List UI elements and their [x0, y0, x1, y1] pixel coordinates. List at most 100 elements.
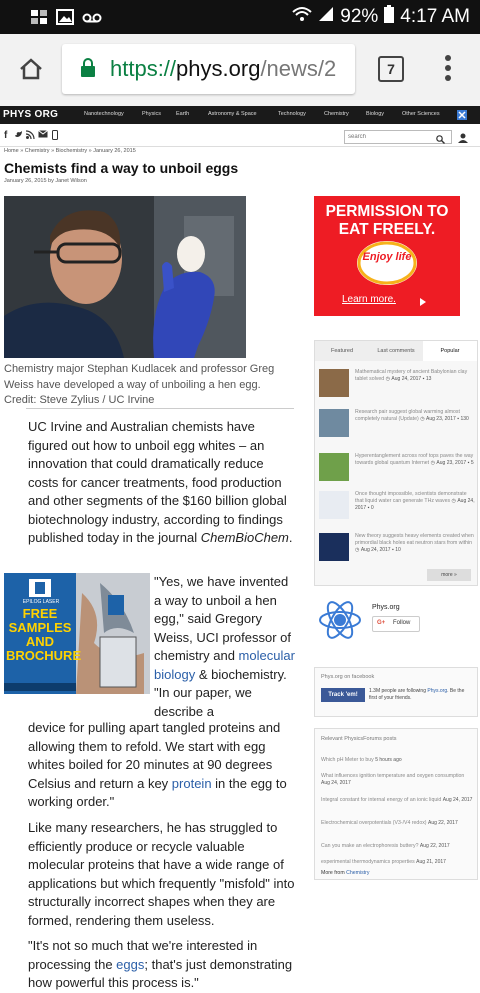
facebook-followers-text: 1.3M people are following Phys.org. Be t…	[369, 688, 473, 701]
enjoy-life-ad[interactable]: PERMISSION TO EAT FREELY. Enjoy life Lea…	[314, 196, 460, 316]
url-bar[interactable]: https://phys.org/news/2	[62, 44, 355, 94]
article-paragraph-2-cont: device for pulling apart tangled protein…	[28, 719, 298, 812]
forum-post[interactable]: experimental thermodynamics properties A…	[321, 859, 473, 866]
news-title[interactable]: New theory suggests heavy elements creat…	[355, 533, 474, 546]
forum-post[interactable]: Which pH Meter to buy 5 hours ago	[321, 757, 473, 764]
image-notification-icon	[56, 9, 74, 25]
ad-learn-more[interactable]: Learn more.	[342, 294, 396, 305]
epilog-laser-ad[interactable]: EPILOG LASER FREE SAMPLES AND BROCHURE	[4, 573, 150, 694]
forums-chemistry-link[interactable]: Chemistry	[346, 870, 369, 876]
settings-icon[interactable]	[456, 109, 468, 123]
news-comment-count: 5	[470, 460, 474, 466]
follow-button[interactable]: G+ Follow	[372, 616, 420, 632]
user-icon[interactable]	[458, 130, 468, 148]
news-thumbnail	[319, 533, 349, 561]
news-item[interactable]: New theory suggests heavy elements creat…	[319, 533, 475, 567]
news-item[interactable]: Mathematical mystery of ancient Babyloni…	[319, 369, 475, 403]
browser-toolbar: https://phys.org/news/2 7	[0, 34, 480, 107]
news-thumbnail	[319, 491, 349, 519]
more-button[interactable]: more »	[427, 569, 471, 581]
clock-icon: ◷	[430, 460, 435, 466]
physorg-name[interactable]: Phys.org	[372, 604, 400, 611]
forum-title[interactable]: Which pH Meter to buy	[321, 757, 374, 763]
nav-item-chemistry[interactable]: Chemistry	[324, 111, 349, 117]
nav-item-nanotechnology[interactable]: Nanotechnology	[84, 111, 124, 117]
forum-post[interactable]: Electrochemical overpotentials (V3-/V4 r…	[321, 820, 473, 827]
gallery-notification-icon	[30, 9, 48, 25]
url-path: /news/2	[260, 56, 337, 81]
follow-label: Follow	[393, 620, 411, 626]
fb-physorg-link[interactable]: Phys.org	[427, 688, 447, 694]
email-icon[interactable]	[38, 130, 48, 141]
facebook-icon[interactable]: f	[4, 130, 7, 141]
track-em-button[interactable]: Track 'em!	[321, 688, 365, 702]
news-item[interactable]: Once thought impossible, scientists demo…	[319, 491, 475, 525]
forum-title[interactable]: Integral constant for internal energy of…	[321, 797, 441, 803]
enjoy-life-logo: Enjoy life	[357, 241, 417, 285]
share-row: f	[0, 126, 480, 147]
protein-link[interactable]: protein	[172, 776, 212, 791]
home-icon[interactable]	[18, 56, 44, 87]
news-title[interactable]: Once thought impossible, scientists demo…	[355, 491, 467, 504]
url-host: phys.org	[176, 56, 261, 81]
forum-post[interactable]: What influences ignition temperature and…	[321, 773, 473, 787]
rss-icon[interactable]	[25, 130, 35, 142]
forums-header: Relevant PhysicsForums posts	[321, 736, 397, 742]
para1-text: UC Irvine and Australian chemists have f…	[28, 419, 287, 545]
news-item[interactable]: Hyperentanglement across roof tops paves…	[319, 453, 475, 487]
book-headline: FREE SAMPLES AND BROCHURE	[6, 606, 82, 663]
physorg-follow-box: Phys.org G+ Follow	[314, 594, 476, 652]
article-paragraph-4: "It's not so much that we're interested …	[28, 937, 298, 993]
journal-name: ChemBioChem	[200, 530, 289, 545]
popular-news-box: Featured Last comments Popular Mathemati…	[314, 340, 478, 586]
article-byline: January 26, 2015 by Janet Wilson	[4, 178, 87, 184]
ad-headline: PERMISSION TO EAT FREELY.	[325, 203, 449, 238]
physorg-logo-icon[interactable]	[318, 598, 362, 647]
forums-more: More from Chemistry	[321, 870, 473, 877]
tab-switcher-button[interactable]: 7	[378, 56, 404, 82]
forum-post[interactable]: Can you make an electrophoresis buttery?…	[321, 843, 473, 850]
site-nav: PHYS ORG Nanotechnology Physics Earth As…	[0, 106, 480, 124]
twitter-icon[interactable]	[14, 130, 23, 142]
nav-item-technology[interactable]: Technology	[278, 111, 306, 117]
forum-date: Aug 22, 2017	[427, 820, 458, 826]
clock-icon: ◷	[451, 498, 456, 504]
signal-icon	[318, 6, 334, 28]
fb-text-prefix: 1.3M people are following	[369, 688, 428, 694]
nav-item-other-sciences[interactable]: Other Sciences	[402, 111, 440, 117]
news-comment-count: 130	[460, 416, 469, 422]
news-item[interactable]: Research pair suggest global warming alm…	[319, 409, 475, 443]
nav-item-earth[interactable]: Earth	[176, 111, 189, 117]
physicsforums-box: Relevant PhysicsForums posts Which pH Me…	[314, 728, 478, 880]
clock: 4:17 AM	[400, 6, 470, 27]
forum-post[interactable]: Integral constant for internal energy of…	[321, 797, 473, 804]
overflow-menu-icon[interactable]	[444, 54, 452, 87]
forum-title[interactable]: Electrochemical overpotentials (V3-/V4 r…	[321, 820, 427, 826]
nav-item-physics[interactable]: Physics	[142, 111, 161, 117]
news-date: Aug 24, 2017	[391, 376, 422, 382]
forum-date: Aug 24, 2017	[442, 797, 473, 803]
article-photo[interactable]	[4, 196, 246, 358]
comment-icon: ▪	[367, 505, 370, 511]
site-logo[interactable]: PHYS ORG	[3, 109, 58, 120]
forums-more-label: More from	[321, 870, 347, 876]
tab-featured[interactable]: Featured	[315, 341, 370, 361]
article-paragraph-2: "Yes, we have invented a way to unboil a…	[154, 573, 296, 721]
tab-popular[interactable]: Popular	[423, 341, 477, 361]
forum-title[interactable]: What influences ignition temperature and…	[321, 773, 464, 779]
comment-icon: ▪	[392, 547, 394, 553]
breadcrumb[interactable]: Home » Chemistry » Biochemistry » Januar…	[4, 148, 136, 154]
eggs-link[interactable]: eggs	[116, 957, 144, 972]
nav-item-biology[interactable]: Biology	[366, 111, 384, 117]
battery-percent: 92%	[340, 6, 379, 27]
battery-icon	[384, 5, 395, 29]
forum-title[interactable]: experimental thermodynamics properties	[321, 859, 415, 865]
article-paragraph-1: UC Irvine and Australian chemists have f…	[28, 418, 296, 548]
nav-item-astronomy[interactable]: Astronomy & Space	[208, 111, 257, 117]
comment-icon: ▪	[457, 416, 459, 422]
comment-icon: ▪	[422, 376, 425, 382]
forum-title[interactable]: Can you make an electrophoresis buttery?	[321, 843, 418, 849]
search-icon[interactable]	[436, 131, 445, 149]
tab-last-comments[interactable]: Last comments	[369, 341, 424, 361]
mobile-icon[interactable]	[52, 130, 58, 143]
